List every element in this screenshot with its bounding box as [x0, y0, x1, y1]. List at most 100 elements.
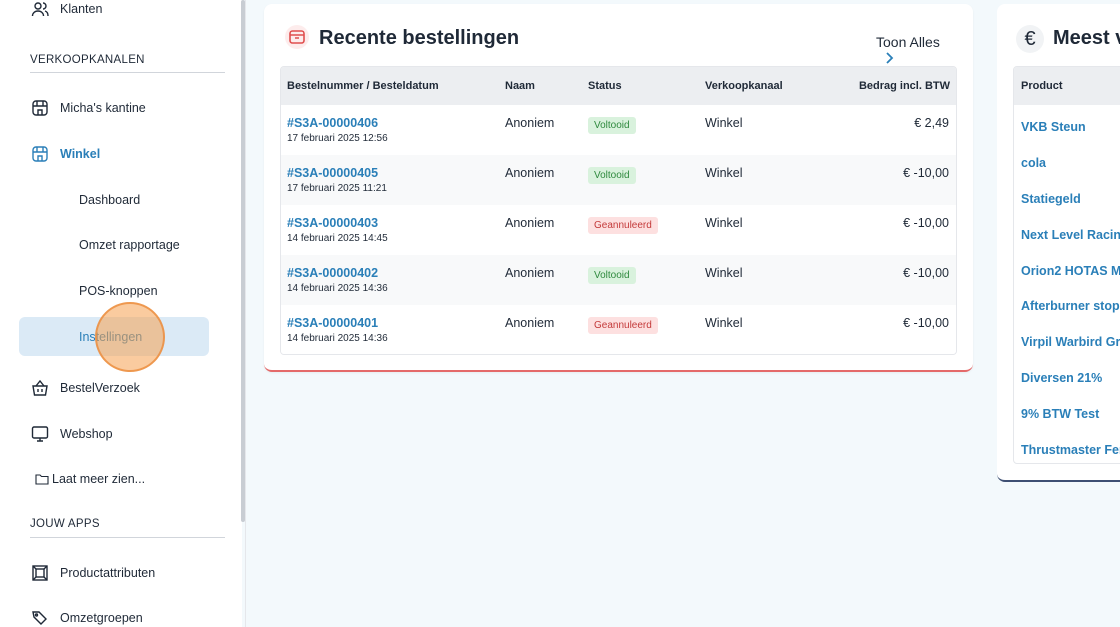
column-header[interactable]: Product	[1021, 80, 1063, 92]
show-more-label: Laat meer zien...	[52, 472, 146, 486]
table-header: Product	[1014, 67, 1120, 105]
product-link[interactable]: Thrustmaster Ferr	[1021, 443, 1120, 457]
order-amount: € -10,00	[903, 316, 949, 330]
sales-channel: Winkel	[705, 116, 743, 130]
order-date: 14 februari 2025 14:45	[287, 233, 388, 244]
tags-icon	[30, 608, 50, 627]
product-link[interactable]: Diversen 21%	[1021, 371, 1102, 385]
customer-name: Anoniem	[505, 166, 555, 180]
table-header: Bestelnummer / Besteldatum Naam Status V…	[281, 67, 956, 105]
sidebar-subitem-pos[interactable]: POS-knoppen	[79, 281, 158, 301]
sales-channel: Winkel	[705, 316, 743, 330]
product-link[interactable]: Virpil Warbird Grip	[1021, 335, 1120, 349]
order-amount: € 2,49	[914, 116, 949, 130]
order-number-link[interactable]: #S3A-00000401	[287, 316, 388, 330]
folder-icon	[35, 472, 51, 486]
sales-channel: Winkel	[705, 216, 743, 230]
show-all-link[interactable]: Toon Alles	[876, 34, 940, 50]
section-title-apps: JOUW APPS	[30, 518, 100, 530]
chevron-right-icon[interactable]	[883, 51, 895, 64]
status-badge: Geannuleerd	[588, 217, 658, 234]
sidebar-subitem-omzet[interactable]: Omzet rapportage	[79, 235, 180, 255]
order-number-link[interactable]: #S3A-00000405	[287, 166, 387, 180]
table-row[interactable]: #S3A-00000405 17 februari 2025 11:21 Ano…	[281, 155, 956, 205]
order-number-link[interactable]: #S3A-00000402	[287, 266, 388, 280]
table-row[interactable]: #S3A-00000402 14 februari 2025 14:36 Ano…	[281, 255, 956, 305]
divider	[30, 537, 225, 538]
order-date: 17 februari 2025 11:21	[287, 183, 387, 194]
product-link[interactable]: 9% BTW Test	[1021, 407, 1099, 421]
sidebar-item-label: Micha's kantine	[60, 101, 146, 115]
order-amount: € -10,00	[903, 216, 949, 230]
customer-name: Anoniem	[505, 116, 555, 130]
monitor-icon	[30, 424, 50, 444]
column-header[interactable]: Status	[588, 80, 622, 92]
card-title: Meest v	[1053, 27, 1120, 49]
products-table: Product VKB Steun cola Statiegeld Next L…	[1013, 66, 1120, 464]
table-row[interactable]: #S3A-00000401 14 februari 2025 14:36 Ano…	[281, 305, 956, 354]
sidebar-item-winkel[interactable]: Winkel	[30, 142, 100, 166]
table-row[interactable]: #S3A-00000406 17 februari 2025 12:56 Ano…	[281, 105, 956, 155]
product-link[interactable]: Afterburner stop	[1021, 299, 1120, 313]
sidebar-item-webshop[interactable]: Webshop	[30, 422, 113, 446]
product-link[interactable]: Statiegeld	[1021, 192, 1081, 206]
customer-name: Anoniem	[505, 266, 555, 280]
order-cell: #S3A-00000401 14 februari 2025 14:36	[287, 316, 388, 344]
sidebar-item-productattributen[interactable]: Productattributen	[30, 561, 155, 585]
card-title: Recente bestellingen	[319, 27, 520, 49]
order-date: 14 februari 2025 14:36	[287, 283, 388, 294]
sidebar-item-label: Webshop	[60, 427, 113, 441]
customer-name: Anoniem	[505, 216, 555, 230]
orders-table: Bestelnummer / Besteldatum Naam Status V…	[280, 66, 957, 355]
euro-icon: €	[1016, 25, 1044, 53]
sidebar-item-bestelverzoek[interactable]: BestelVerzoek	[30, 376, 140, 400]
product-link[interactable]: Orion2 HOTAS Me	[1021, 264, 1120, 278]
divider	[30, 72, 225, 73]
users-icon	[30, 0, 50, 19]
column-header[interactable]: Naam	[505, 80, 535, 92]
sales-channel: Winkel	[705, 266, 743, 280]
section-title-verkoopkanalen: VERKOOPKANALEN	[30, 54, 145, 66]
order-cell: #S3A-00000406 17 februari 2025 12:56	[287, 116, 388, 144]
sidebar-item-label: Klanten	[60, 2, 103, 16]
sidebar-border	[245, 0, 246, 627]
sidebar-item-kantine[interactable]: Micha's kantine	[30, 96, 146, 120]
show-more-link[interactable]: Laat meer zien...	[35, 472, 145, 486]
sidebar-item-label: Winkel	[60, 147, 101, 161]
status-badge: Voltooid	[588, 167, 636, 184]
sidebar-item-omzetgroepen[interactable]: Omzetgroepen	[30, 606, 143, 627]
order-date: 14 februari 2025 14:36	[287, 333, 388, 344]
status-badge: Geannuleerd	[588, 317, 658, 334]
product-link[interactable]: cola	[1021, 156, 1046, 170]
sidebar-subitem-dashboard[interactable]: Dashboard	[79, 190, 140, 210]
customer-name: Anoniem	[505, 316, 555, 330]
recent-orders-card: Recente bestellingen Toon Alles Bestelnu…	[264, 4, 973, 372]
store-icon	[30, 98, 50, 118]
order-number-link[interactable]: #S3A-00000403	[287, 216, 388, 230]
status-badge: Voltooid	[588, 267, 636, 284]
order-date: 17 februari 2025 12:56	[287, 133, 388, 144]
store-icon	[30, 144, 50, 164]
column-header[interactable]: Bestelnummer / Besteldatum	[287, 80, 439, 92]
order-amount: € -10,00	[903, 166, 949, 180]
order-cell: #S3A-00000402 14 februari 2025 14:36	[287, 266, 388, 294]
order-cell: #S3A-00000405 17 februari 2025 11:21	[287, 166, 387, 194]
column-header[interactable]: Bedrag incl. BTW	[859, 80, 950, 92]
image-frame-icon	[30, 563, 50, 583]
click-indicator	[95, 302, 165, 372]
order-cell: #S3A-00000403 14 februari 2025 14:45	[287, 216, 388, 244]
sidebar-item-label: Productattributen	[60, 566, 156, 580]
sales-channel: Winkel	[705, 166, 743, 180]
order-number-link[interactable]: #S3A-00000406	[287, 116, 388, 130]
table-row[interactable]: #S3A-00000403 14 februari 2025 14:45 Ano…	[281, 205, 956, 255]
status-badge: Voltooid	[588, 117, 636, 134]
column-header[interactable]: Verkoopkanaal	[705, 80, 783, 92]
sidebar-item-label: BestelVerzoek	[60, 381, 140, 395]
box-icon	[285, 25, 309, 49]
sidebar-item-klanten[interactable]: Klanten	[30, 0, 102, 21]
top-products-card: € Meest v Product VKB Steun cola Statieg…	[997, 4, 1120, 482]
basket-icon	[30, 378, 50, 398]
product-link[interactable]: VKB Steun	[1021, 120, 1086, 134]
sidebar-item-label: Omzetgroepen	[60, 611, 143, 625]
product-link[interactable]: Next Level Racing	[1021, 228, 1120, 242]
